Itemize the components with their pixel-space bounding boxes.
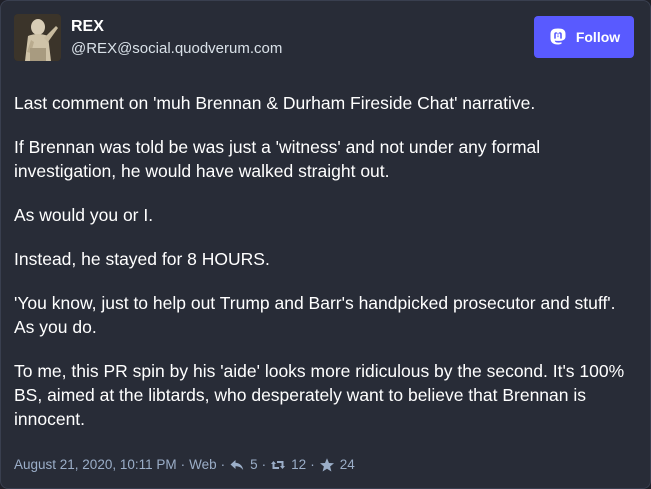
post-timestamp[interactable]: August 21, 2020, 10:11 PM — [14, 456, 177, 474]
post-card: REX @REX@social.quodverum.com Follow Las… — [0, 0, 651, 489]
follow-label: Follow — [575, 29, 621, 45]
avatar-statue-icon — [14, 14, 61, 61]
post-header: REX @REX@social.quodverum.com Follow — [14, 14, 634, 64]
post-paragraph: To me, this PR spin by his 'aide' looks … — [14, 361, 625, 429]
post-paragraph: 'You know, just to help out Trump and Ba… — [14, 293, 616, 337]
favourite-count: 24 — [339, 457, 355, 472]
account-handle[interactable]: @REX@social.quodverum.com — [71, 40, 282, 58]
post-paragraph: As would you or I. — [14, 205, 154, 225]
post-meta: August 21, 2020, 10:11 PM · Web · 5 · 12… — [14, 456, 355, 474]
meta-separator: · — [220, 457, 226, 472]
mastodon-logo-icon — [550, 28, 566, 45]
star-icon[interactable] — [319, 457, 335, 473]
post-source: Web — [189, 457, 217, 472]
reply-icon[interactable] — [229, 457, 245, 473]
post-content: Last comment on 'muh Brennan & Durham Fi… — [14, 91, 632, 451]
reply-count: 5 — [250, 457, 258, 472]
meta-separator: · — [180, 457, 186, 472]
post-paragraph: Last comment on 'muh Brennan & Durham Fi… — [14, 93, 536, 113]
meta-separator: · — [310, 457, 315, 472]
avatar[interactable] — [14, 14, 61, 61]
meta-separator: · — [261, 457, 267, 472]
display-name[interactable]: REX — [71, 17, 282, 37]
boost-icon[interactable] — [270, 457, 286, 473]
follow-button[interactable]: Follow — [534, 16, 634, 58]
post-author[interactable]: REX @REX@social.quodverum.com — [71, 17, 282, 58]
post-paragraph: Instead, he stayed for 8 HOURS. — [14, 249, 270, 269]
boost-count: 12 — [291, 457, 307, 472]
post-paragraph: If Brennan was told be was just a 'witne… — [14, 137, 541, 181]
